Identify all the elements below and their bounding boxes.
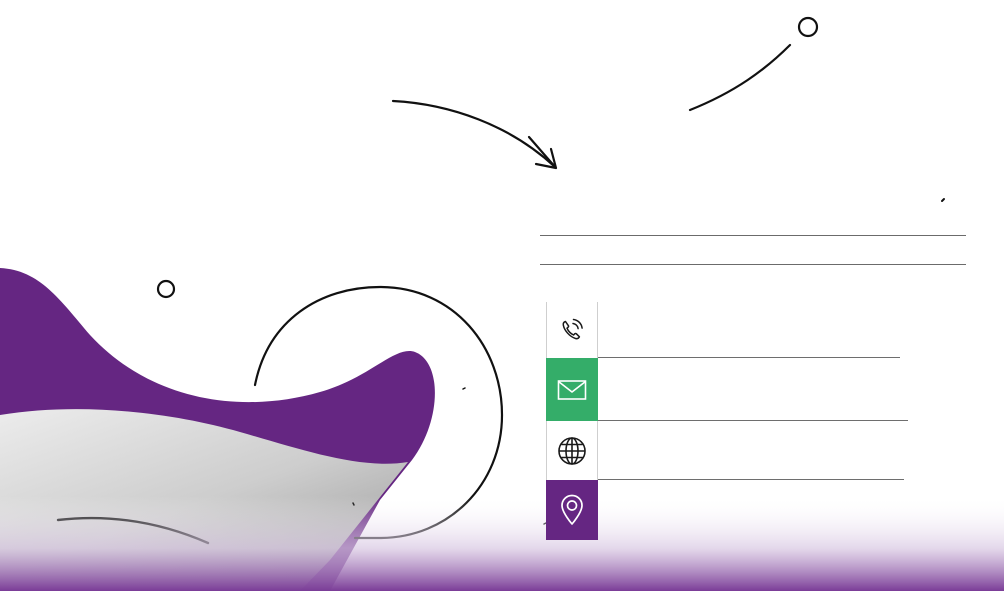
- contact-email-text: [598, 358, 908, 421]
- phone-icon-box: [546, 302, 598, 358]
- contact-list: [546, 302, 908, 540]
- divider-line-top: [540, 235, 966, 236]
- dot-mark-right: [941, 198, 945, 202]
- arrow-head: [527, 135, 558, 170]
- contact-row-email[interactable]: [546, 358, 908, 421]
- curved-stroke-top: [688, 43, 792, 112]
- contact-website-text: [598, 421, 904, 480]
- contact-phone-text: [598, 302, 900, 358]
- dot-mark-center: [462, 387, 466, 390]
- divider-line-second: [540, 264, 966, 265]
- map-pin-icon-box: [546, 480, 598, 540]
- contact-row-location[interactable]: [546, 480, 908, 540]
- contact-page: [0, 0, 1004, 591]
- mail-icon: [557, 379, 587, 400]
- contact-row-website[interactable]: [546, 421, 908, 480]
- contact-row-phone[interactable]: [546, 302, 908, 358]
- globe-icon: [558, 436, 586, 465]
- map-pin-icon: [561, 494, 583, 525]
- phone-icon: [562, 318, 583, 340]
- arrow-curve: [391, 99, 557, 169]
- mail-icon-box: [546, 358, 598, 421]
- globe-icon-box: [546, 421, 598, 480]
- small-circle-top: [797, 16, 819, 38]
- small-circle-left: [156, 279, 176, 299]
- contact-location-text: [598, 480, 908, 540]
